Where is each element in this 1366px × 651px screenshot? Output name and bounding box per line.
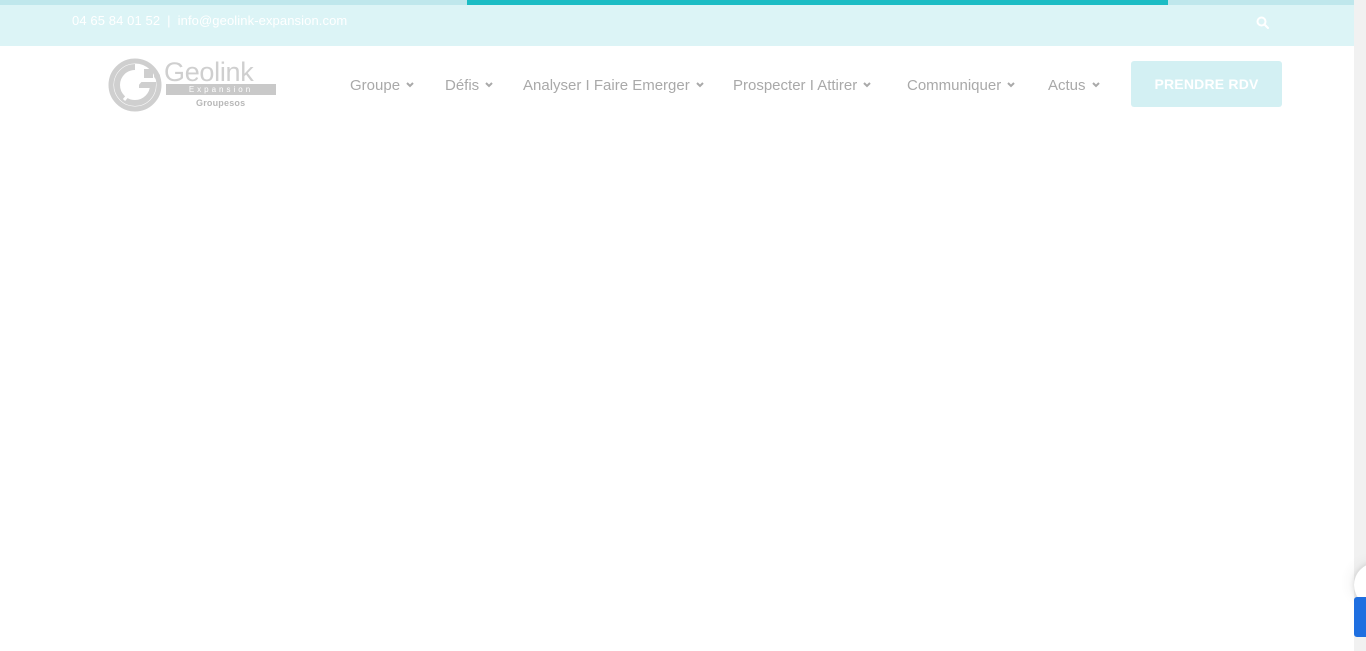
chevron-down-icon [1091, 82, 1100, 88]
page-load-progress-bar [467, 0, 1168, 5]
phone-link[interactable]: 04 65 84 01 52 [72, 13, 160, 28]
chevron-down-icon [485, 82, 493, 88]
logo-band: Expansion [166, 84, 276, 95]
nav-item-label: Analyser I Faire Emerger [523, 77, 690, 94]
nav-item-label: Groupe [350, 77, 401, 94]
email-link[interactable]: info@geolink-expansion.com [178, 13, 348, 28]
nav-item-groupe[interactable]: Groupe [350, 77, 415, 94]
contact-info: 04 65 84 01 52 | info@geolink-expansion.co… [72, 13, 347, 28]
contact-separator: | [167, 13, 171, 28]
nav-item-defis[interactable]: Défis [445, 77, 494, 94]
chat-widget-tab[interactable] [1354, 597, 1366, 637]
nav-item-analyser[interactable]: Analyser I Faire Emerger [523, 77, 705, 94]
prendre-rdv-button[interactable]: PRENDRE RDV [1131, 61, 1282, 107]
nav-item-label: Défis [445, 77, 480, 94]
site-logo[interactable]: Geolink Expansion Groupesos [108, 57, 278, 112]
site-header: Geolink Expansion Groupesos Groupe Défis… [0, 46, 1354, 126]
logo-mark-icon [108, 58, 162, 112]
nav-item-label: Actus [1048, 77, 1086, 94]
nav-item-prospecter[interactable]: Prospecter I Attirer [733, 77, 872, 94]
chevron-down-icon [1007, 82, 1015, 88]
nav-item-label: Prospecter I Attirer [733, 77, 858, 94]
nav-item-communiquer[interactable]: Communiquer [907, 77, 1016, 94]
nav-item-actus[interactable]: Actus [1048, 77, 1101, 94]
page: 04 65 84 01 52 | info@geolink-expansion.co… [0, 0, 1366, 651]
logo-subtitle: Groupesos [196, 98, 246, 108]
chevron-down-icon [406, 82, 414, 88]
search-icon[interactable] [1256, 16, 1270, 30]
chevron-down-icon [863, 82, 871, 88]
nav-item-label: Communiquer [907, 77, 1002, 94]
chevron-down-icon [696, 82, 704, 88]
